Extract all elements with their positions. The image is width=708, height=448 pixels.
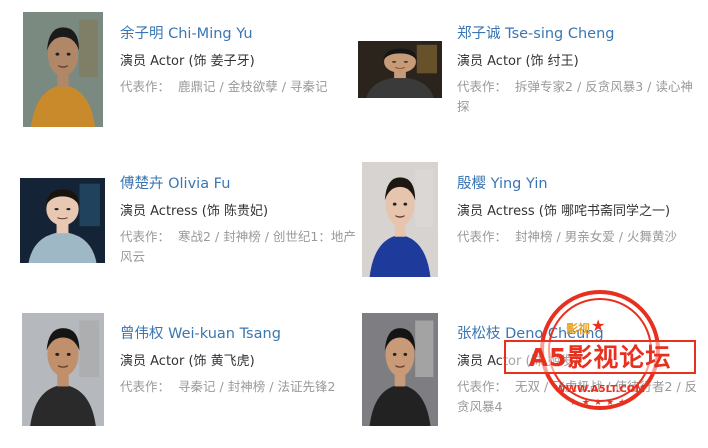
portrait-image [362,313,438,426]
watermark-stars: ★★★★★ [569,398,631,408]
work-link[interactable]: 拆弹专家2 [515,79,573,94]
work-link[interactable]: 反贪风暴3 [585,79,643,94]
star-icon: ★ [591,316,606,335]
actor-photo[interactable] [23,12,103,127]
actor-role: 演员 Actor (饰 黄飞虎) [120,354,255,369]
works-separator: / [576,79,582,94]
works-separator: / [214,229,220,244]
actor-role: 演员 Actor (饰 姜子牙) [120,54,255,69]
works-label: 代表作： [457,229,508,244]
works-separator: / [219,379,224,394]
work-link[interactable]: 寒战2 [178,229,211,244]
works-separator: / [219,79,224,94]
actor-role: 演员 Actor (饰 纣王) [457,54,579,69]
actor-name-link[interactable]: 郑子诚 Tse-sing Cheng [457,22,615,43]
works-separator: / [264,229,269,244]
works-separator: / [269,379,274,394]
works-label: 代表作： [120,229,171,244]
actor-name-link[interactable]: 傅楚卉 Olivia Fu [120,172,230,193]
work-link[interactable]: 寻秦记 [290,79,328,94]
actor-photo[interactable] [20,178,105,263]
works-separator: / [647,79,652,94]
watermark-top-text: 影视 [566,322,591,336]
actor-name-link[interactable]: 余子明 Chi-Ming Yu [120,22,253,43]
works-label: 代表作： [120,379,171,394]
work-link[interactable]: 金枝欲孽 [228,79,278,94]
representative-works: 代表作： 寻秦记 / 封神榜 / 法证先锋2 [120,377,350,397]
portrait-image [23,12,103,127]
works-label: 代表作： [457,79,508,94]
work-link[interactable]: 寻秦记 [178,379,216,394]
works-separator: / [618,229,623,244]
work-link[interactable]: 鹿鼎记 [178,79,216,94]
actor-photo[interactable] [362,162,438,277]
actor-photo[interactable] [362,313,438,426]
works-separator: / [281,79,286,94]
actor-name-link[interactable]: 殷樱 Ying Yin [457,172,548,193]
forum-watermark-logo: ★ 影视 A5影视论坛 WWW.A5LT.COM ★★★★★ [500,290,700,438]
actor-role: 演员 Actress (饰 哪咤书斋同学之一) [457,204,671,219]
portrait-image [358,41,442,98]
watermark-url: WWW.A5LT.COM [554,384,646,395]
portrait-image [22,313,104,426]
work-link[interactable]: 封神榜 [515,229,553,244]
representative-works: 代表作： 寒战2/封神榜 / 创世纪1：地产风云 [120,227,358,267]
watermark-title: A5影视论坛 [528,343,672,372]
work-link[interactable]: 封神榜 [223,229,261,244]
actor-name-link[interactable]: 曾伟权 Wei-kuan Tsang [120,322,281,343]
actor-role: 演员 Actress (饰 陈贵妃) [120,204,269,219]
actor-photo[interactable] [22,313,104,426]
representative-works: 代表作： 鹿鼎记 / 金枝欲孽 / 寻秦记 [120,77,350,97]
portrait-image [362,162,438,277]
representative-works: 代表作： 拆弹专家2/反贪风暴3/读心神探 [457,77,702,117]
portrait-image [20,178,105,263]
representative-works: 代表作： 封神榜 / 男亲女爱 / 火舞黄沙 [457,227,702,247]
work-link[interactable]: 火舞黄沙 [627,229,677,244]
work-link[interactable]: 封神榜 [228,379,266,394]
works-label: 代表作： [120,79,171,94]
works-separator: / [556,229,561,244]
work-link[interactable]: 男亲女爱 [565,229,615,244]
work-link[interactable]: 法证先锋2 [277,379,335,394]
actor-photo[interactable] [358,41,442,98]
